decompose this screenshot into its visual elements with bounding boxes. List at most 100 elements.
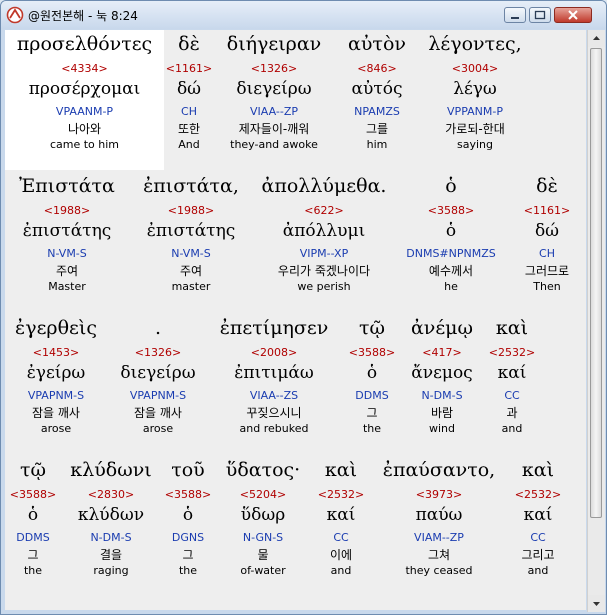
lemma: διεγείρω bbox=[236, 79, 312, 99]
strongs-number[interactable]: <1326> bbox=[135, 345, 181, 361]
strongs-number[interactable]: <2830> bbox=[88, 487, 134, 503]
parsing-code[interactable]: DDMS bbox=[355, 388, 388, 404]
strongs-number[interactable]: <1453> bbox=[33, 345, 79, 361]
scroll-up-arrow-icon bbox=[593, 36, 600, 40]
parsing-code[interactable]: VPPANM-P bbox=[447, 104, 503, 120]
scroll-up-button[interactable] bbox=[588, 30, 605, 47]
token-r2-w0[interactable]: ἐγερθεὶς <1453> ἐγείρω VPAPNM-S 잠을 깨사 ar… bbox=[5, 316, 107, 436]
token-r3-w4[interactable]: καὶ <2532> καί CC 이에 and bbox=[311, 458, 371, 578]
parsing-code[interactable]: VPAANM-P bbox=[56, 104, 113, 120]
korean-gloss: 우리가 죽겠나이다 bbox=[277, 264, 371, 278]
parsing-code[interactable]: VPAPNM-S bbox=[28, 388, 84, 404]
maximize-button[interactable] bbox=[529, 7, 551, 23]
token-r3-w0[interactable]: τῷ <3588> ὁ DDMS 그 the bbox=[5, 458, 61, 578]
token-r2-w2[interactable]: ἐπετίμησεν <2008> ἐπιτιμάω VIAA--ZS 꾸짖으시… bbox=[209, 316, 339, 436]
vertical-scrollbar[interactable] bbox=[587, 30, 605, 612]
korean-gloss: 그를 bbox=[365, 122, 389, 136]
korean-gloss: 그쳐 bbox=[427, 548, 451, 562]
greek-word: ἐπιστάτα, bbox=[143, 175, 239, 197]
scrollbar-thumb[interactable] bbox=[590, 48, 602, 518]
strongs-number[interactable]: <3588> bbox=[165, 487, 211, 503]
strongs-number[interactable]: <1161> bbox=[524, 203, 570, 219]
parsing-code[interactable]: N-DM-S bbox=[421, 388, 462, 404]
token-r2-w5[interactable]: καὶ <2532> καί CC 과 and bbox=[479, 316, 545, 436]
parsing-code[interactable]: CC bbox=[530, 530, 545, 546]
parsing-code[interactable]: N-VM-S bbox=[171, 246, 211, 262]
token-r1-w1[interactable]: ἐπιστάτα, <1988> ἐπιστάτης N-VM-S 주여 mas… bbox=[129, 174, 253, 294]
parsing-code[interactable]: CH bbox=[539, 246, 555, 262]
strongs-number[interactable]: <1161> bbox=[166, 61, 212, 77]
strongs-number[interactable]: <4334> bbox=[61, 61, 107, 77]
scroll-down-button[interactable] bbox=[588, 595, 605, 612]
token-r3-w1[interactable]: κλύδωνι <2830> κλύδων N-DM-S 결을 raging bbox=[61, 458, 161, 578]
english-gloss: Master bbox=[48, 280, 86, 293]
token-r2-w3[interactable]: τῷ <3588> ὁ DDMS 그 the bbox=[339, 316, 405, 436]
strongs-number[interactable]: <3588> bbox=[10, 487, 56, 503]
english-gloss: master bbox=[171, 280, 211, 293]
strongs-number[interactable]: <3588> bbox=[349, 345, 395, 361]
parsing-code[interactable]: DDMS bbox=[16, 530, 49, 546]
strongs-number[interactable]: <2532> bbox=[318, 487, 364, 503]
strongs-number[interactable]: <3588> bbox=[428, 203, 474, 219]
greek-word: δὲ bbox=[178, 33, 200, 55]
strongs-number[interactable]: <1988> bbox=[168, 203, 214, 219]
english-gloss: of-water bbox=[240, 564, 286, 577]
token-r3-w5[interactable]: ἐπαύσαντο, <3973> παύω VIAM--ZP 그쳐 they … bbox=[371, 458, 507, 578]
strongs-number[interactable]: <5204> bbox=[240, 487, 286, 503]
strongs-number[interactable]: <622> bbox=[304, 203, 343, 219]
token-r1-w2[interactable]: ἀπολλύμεθα. <622> ἀπόλλυμι VIPM--XP 우리가 … bbox=[253, 174, 395, 294]
greek-word: δὲ bbox=[536, 175, 558, 197]
lemma: διεγείρω bbox=[120, 363, 196, 383]
token-r3-w3[interactable]: ὕδατος· <5204> ὕδωρ N-GN-S 물 of-water bbox=[215, 458, 311, 578]
lemma: ἐπιστάτης bbox=[146, 221, 236, 241]
greek-word: καὶ bbox=[324, 459, 358, 481]
strongs-number[interactable]: <846> bbox=[357, 61, 396, 77]
token-r0-w1[interactable]: δὲ <1161> δώ CH 또한 And bbox=[164, 32, 214, 152]
parsing-code[interactable]: VIAM--ZP bbox=[414, 530, 464, 546]
parsing-code[interactable]: CC bbox=[504, 388, 519, 404]
parsing-code[interactable]: CH bbox=[181, 104, 197, 120]
title-bar[interactable]: @원전본해 - 눅 8:24 bbox=[1, 1, 606, 29]
token-r0-w3[interactable]: αὐτὸν <846> αὐτός NPAMZS 그를 him bbox=[334, 32, 420, 152]
parsing-code[interactable]: VIPM--XP bbox=[300, 246, 348, 262]
english-gloss: the bbox=[362, 422, 382, 435]
parsing-code[interactable]: N-DM-S bbox=[90, 530, 131, 546]
token-r0-w0[interactable]: προσελθόντες <4334> προσέρχομαι VPAANM-P… bbox=[5, 32, 164, 152]
parsing-code[interactable]: VPAPNM-S bbox=[130, 388, 186, 404]
greek-word: καὶ bbox=[495, 317, 529, 339]
strongs-number[interactable]: <2532> bbox=[489, 345, 535, 361]
parsing-code[interactable]: CC bbox=[333, 530, 348, 546]
strongs-number[interactable]: <2532> bbox=[515, 487, 561, 503]
greek-word: τῷ bbox=[358, 317, 385, 339]
close-button[interactable] bbox=[554, 7, 592, 23]
english-gloss: and bbox=[527, 564, 549, 577]
strongs-number[interactable]: <1326> bbox=[251, 61, 297, 77]
parsing-code[interactable]: DNMS#NPNMZS bbox=[406, 246, 496, 262]
token-r1-w0[interactable]: Ἐπιστάτα <1988> ἐπιστάτης N-VM-S 주여 Mast… bbox=[5, 174, 129, 294]
parsing-code[interactable]: N-VM-S bbox=[47, 246, 87, 262]
korean-gloss: 또한 bbox=[177, 122, 201, 136]
english-gloss: and bbox=[330, 564, 352, 577]
strongs-number[interactable]: <3004> bbox=[452, 61, 498, 77]
interlinear-text-view[interactable]: προσελθόντες <4334> προσέρχομαι VPAANM-P… bbox=[5, 30, 586, 610]
parsing-code[interactable]: VIAA--ZP bbox=[250, 104, 298, 120]
strongs-number[interactable]: <3973> bbox=[416, 487, 462, 503]
strongs-number[interactable]: <1988> bbox=[44, 203, 90, 219]
minimize-button[interactable] bbox=[504, 7, 526, 23]
token-r3-w2[interactable]: τοῦ <3588> ὁ DGNS 그 the bbox=[161, 458, 215, 578]
token-r3-w6[interactable]: καὶ <2532> καί CC 그리고 and bbox=[507, 458, 569, 578]
parsing-code[interactable]: VIAA--ZS bbox=[250, 388, 298, 404]
lemma: καί bbox=[523, 505, 553, 525]
token-r0-w2[interactable]: διήγειραν <1326> διεγείρω VIAA--ZP 제자들이-… bbox=[214, 32, 334, 152]
strongs-number[interactable]: <417> bbox=[422, 345, 461, 361]
parsing-code[interactable]: DGNS bbox=[172, 530, 204, 546]
token-r1-w4[interactable]: δὲ <1161> δώ CH 그러므로 Then bbox=[507, 174, 586, 294]
token-r1-w3[interactable]: ὁ <3588> ὁ DNMS#NPNMZS 예수께서 he bbox=[395, 174, 507, 294]
token-r2-w4[interactable]: ἀνέμῳ <417> ἄνεμος N-DM-S 바람 wind bbox=[405, 316, 479, 436]
parsing-code[interactable]: NPAMZS bbox=[354, 104, 400, 120]
strongs-number[interactable]: <2008> bbox=[251, 345, 297, 361]
token-r0-w4[interactable]: λέγοντες, <3004> λέγω VPPANM-P 가로되-한대 sa… bbox=[420, 32, 530, 152]
parsing-code[interactable]: N-GN-S bbox=[243, 530, 283, 546]
token-r2-w1[interactable]: . <1326> διεγείρω VPAPNM-S 잠을 깨사 arose bbox=[107, 316, 209, 436]
korean-gloss: 그러므로 bbox=[524, 264, 570, 278]
